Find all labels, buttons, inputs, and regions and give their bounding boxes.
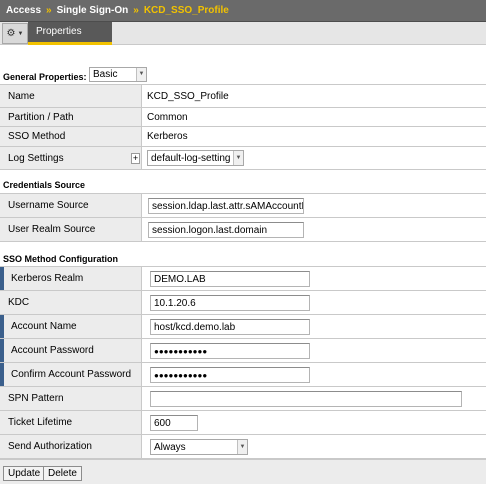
spn-pattern-input[interactable] xyxy=(150,391,462,407)
table-row: User Realm Source session.logon.last.dom… xyxy=(0,218,486,242)
row-label: Kerberos Realm xyxy=(0,267,142,290)
table-row: Account Name host/kcd.demo.lab xyxy=(0,315,486,339)
log-settings-select[interactable]: default-log-setting ▼ xyxy=(147,150,244,166)
table-row: Log Settings + default-log-setting ▼ xyxy=(0,147,486,170)
update-button[interactable]: Update xyxy=(3,466,46,481)
name-value: KCD_SSO_Profile xyxy=(142,85,486,107)
user-realm-source-input[interactable]: session.logon.last.domain xyxy=(148,222,304,238)
gear-menu-button[interactable]: ⚙ ▼ xyxy=(2,23,28,44)
send-authorization-value: Always xyxy=(154,442,186,453)
breadcrumb-access[interactable]: Access xyxy=(6,5,41,16)
breadcrumb: Access » Single Sign-On » KCD_SSO_Profil… xyxy=(0,0,486,22)
table-row: Name KCD_SSO_Profile xyxy=(0,85,486,108)
view-mode-select[interactable]: Basic ▼ xyxy=(89,67,147,82)
table-row: Account Password ●●●●●●●●●●● xyxy=(0,339,486,363)
delete-button[interactable]: Delete xyxy=(43,466,82,481)
confirm-account-password-input[interactable]: ●●●●●●●●●●● xyxy=(150,367,310,383)
row-label: Account Name xyxy=(0,315,142,338)
ticket-lifetime-input[interactable]: 600 xyxy=(150,415,198,431)
table-row: Confirm Account Password ●●●●●●●●●●● xyxy=(0,363,486,387)
general-properties-table: Name KCD_SSO_Profile Partition / Path Co… xyxy=(0,84,486,170)
row-label: SSO Method xyxy=(0,127,142,146)
row-label: User Realm Source xyxy=(0,218,142,241)
log-settings-value: default-log-setting xyxy=(151,153,231,164)
chevron-down-icon: ▼ xyxy=(17,30,24,37)
kerberos-realm-input[interactable]: DEMO.LAB xyxy=(150,271,310,287)
row-label: Ticket Lifetime xyxy=(0,411,142,434)
breadcrumb-single-sign-on[interactable]: Single Sign-On xyxy=(57,5,129,16)
add-log-setting-button[interactable]: + xyxy=(131,153,140,164)
kdc-input[interactable]: 10.1.20.6 xyxy=(150,295,310,311)
row-label: Name xyxy=(0,85,142,107)
chevron-down-icon: ▼ xyxy=(136,68,146,81)
table-row: Kerberos Realm DEMO.LAB xyxy=(0,267,486,291)
row-label: Confirm Account Password xyxy=(0,363,142,386)
row-label: Username Source xyxy=(0,194,142,217)
row-label: KDC xyxy=(0,291,142,314)
chevron-down-icon: ▼ xyxy=(233,151,243,165)
sso-method-table: Kerberos Realm DEMO.LAB KDC 10.1.20.6 Ac… xyxy=(0,266,486,459)
credentials-table: Username Source session.ldap.last.attr.s… xyxy=(0,193,486,242)
table-row: SPN Pattern xyxy=(0,387,486,411)
breadcrumb-current-profile: KCD_SSO_Profile xyxy=(143,5,229,16)
row-label: Send Authorization xyxy=(0,435,142,458)
table-row: Username Source session.ldap.last.attr.s… xyxy=(0,194,486,218)
breadcrumb-separator: » xyxy=(133,5,139,16)
send-authorization-select[interactable]: Always ▼ xyxy=(150,439,248,455)
tab-bar: ⚙ ▼ Properties xyxy=(0,22,486,45)
row-label: Partition / Path xyxy=(0,108,142,126)
account-password-input[interactable]: ●●●●●●●●●●● xyxy=(150,343,310,359)
row-label: Account Password xyxy=(0,339,142,362)
sso-method-configuration-title: SSO Method Configuration xyxy=(3,254,118,264)
partition-value: Common xyxy=(142,108,486,126)
table-row: Ticket Lifetime 600 xyxy=(0,411,486,435)
sso-method-value: Kerberos xyxy=(142,127,486,146)
tab-properties[interactable]: Properties xyxy=(28,22,112,45)
gear-icon: ⚙ xyxy=(6,28,16,39)
credentials-source-title: Credentials Source xyxy=(3,180,86,190)
chevron-down-icon: ▼ xyxy=(237,440,247,454)
row-label: Log Settings xyxy=(0,147,142,169)
view-mode-value: Basic xyxy=(93,69,118,80)
table-row: KDC 10.1.20.6 xyxy=(0,291,486,315)
breadcrumb-separator: » xyxy=(46,5,52,16)
form-footer: Update Delete xyxy=(0,459,486,484)
general-properties-title: General Properties: xyxy=(3,72,87,82)
username-source-input[interactable]: session.ldap.last.attr.sAMAccountNan xyxy=(148,198,304,214)
table-row: Partition / Path Common xyxy=(0,108,486,127)
account-name-input[interactable]: host/kcd.demo.lab xyxy=(150,319,310,335)
table-row: SSO Method Kerberos xyxy=(0,127,486,147)
table-row: Send Authorization Always ▼ xyxy=(0,435,486,459)
row-label: SPN Pattern xyxy=(0,387,142,410)
